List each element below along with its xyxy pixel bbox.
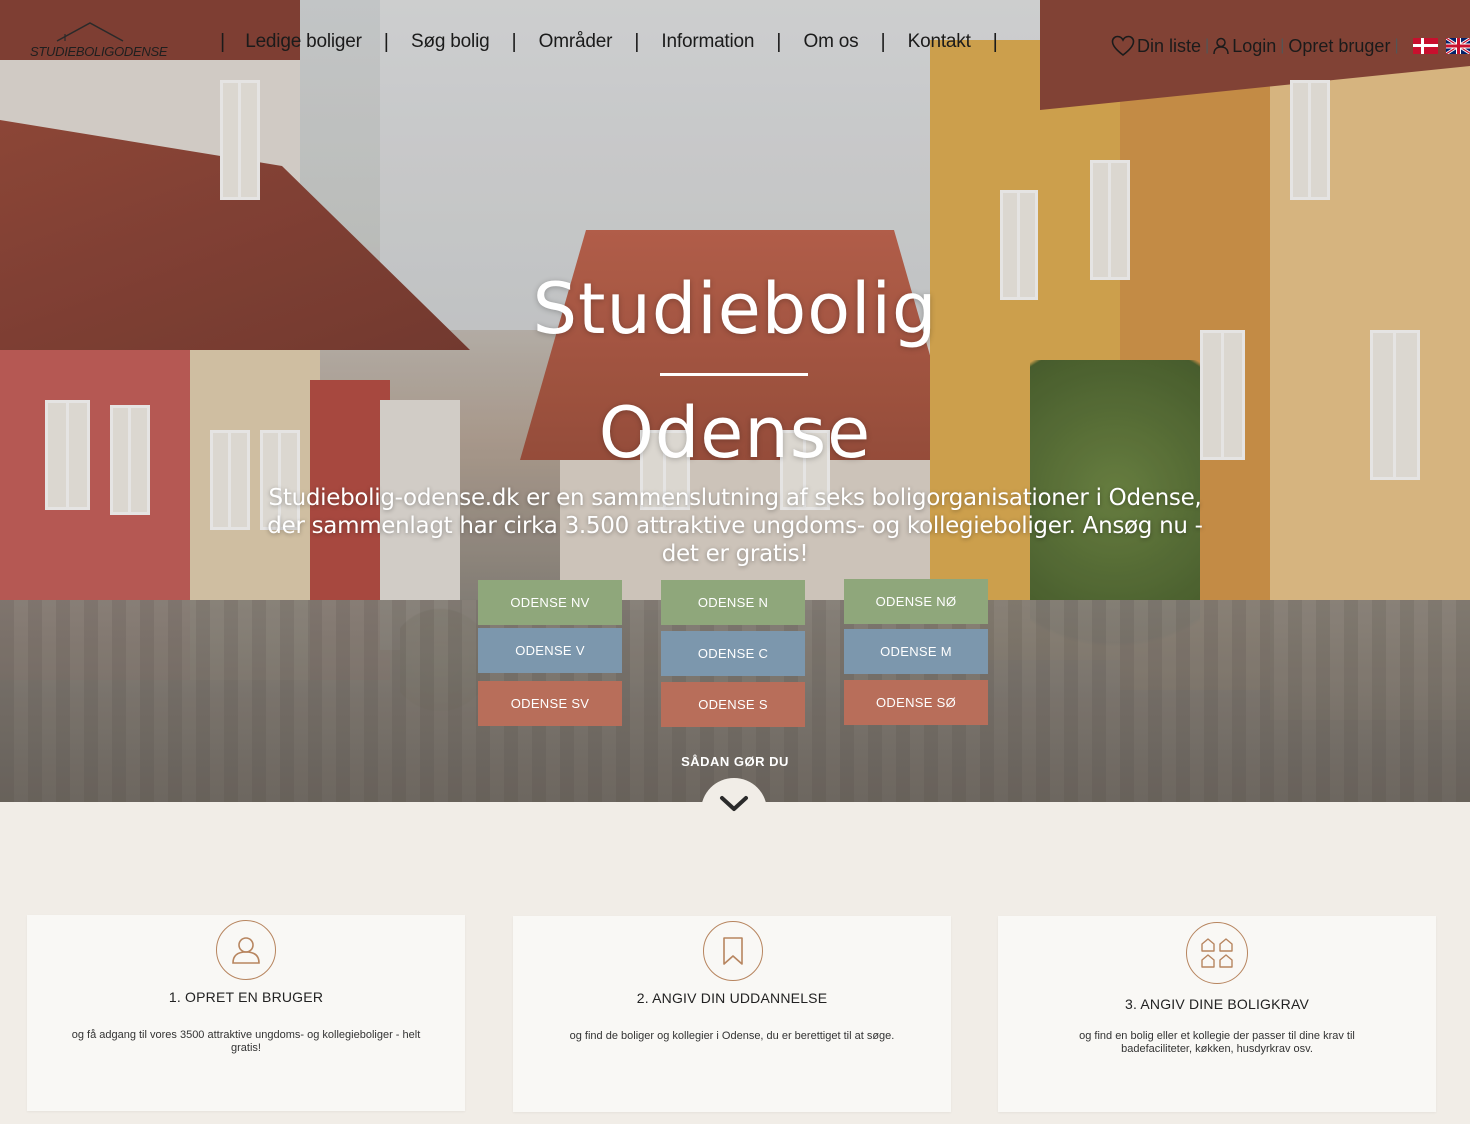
user-icon[interactable] <box>1213 37 1229 55</box>
how-it-works-label[interactable]: SÅDAN GØR DU <box>0 754 1470 769</box>
hero-title-line1: Studiebolig <box>532 268 938 350</box>
util-separator: | <box>1394 37 1399 54</box>
site-logo[interactable]: STUDIEBOLIGODENSE <box>30 20 168 62</box>
logo-text: STUDIEBOLIGODENSE <box>30 44 168 59</box>
hero-title-divider <box>660 373 808 376</box>
flag-uk-icon[interactable] <box>1445 38 1471 54</box>
area-button-odense-s[interactable]: ODENSE S <box>661 682 805 727</box>
bookmark-icon <box>703 921 763 981</box>
area-button-odense-sv[interactable]: ODENSE SV <box>478 681 622 726</box>
nav-item-om-os[interactable]: Om os <box>781 31 880 53</box>
roof-logo-icon <box>56 22 124 42</box>
step-card-1: 1. OPRET EN BRUGER og få adgang til vore… <box>27 915 465 1111</box>
area-button-odense-so[interactable]: ODENSE SØ <box>844 680 988 725</box>
step-title: 2. ANGIV DIN UDDANNELSE <box>636 990 828 1006</box>
register-link[interactable]: Opret bruger <box>1288 36 1390 57</box>
heart-icon[interactable] <box>1111 35 1135 57</box>
step-text: og få adgang til vores 3500 attraktive u… <box>71 1029 421 1054</box>
flag-dk-icon[interactable] <box>1412 38 1438 54</box>
hero-description: Studiebolig-odense.dk er en sammenslutni… <box>267 485 1203 567</box>
main-nav: | Ledige boliger | Søg bolig | Områder |… <box>220 30 998 54</box>
login-link[interactable]: Login <box>1232 36 1276 57</box>
nav-item-ledige-boliger[interactable]: Ledige boliger <box>225 31 384 53</box>
nav-separator: | <box>992 30 998 53</box>
step-card-2: 2. ANGIV DIN UDDANNELSE og find de bolig… <box>513 916 951 1112</box>
area-button-odense-c[interactable]: ODENSE C <box>661 631 805 676</box>
user-icon <box>216 920 276 980</box>
chevron-down-icon <box>720 796 748 811</box>
step-text: og find de boliger og kollegier i Odense… <box>569 1030 895 1042</box>
hero-title-line2: Odense <box>598 392 872 474</box>
houses-icon <box>1186 922 1248 984</box>
util-separator: | <box>1205 37 1210 54</box>
page-edge <box>1470 0 1476 1124</box>
wishlist-link[interactable]: Din liste <box>1137 36 1201 57</box>
utility-nav: Din liste | Login | Opret bruger | <box>1111 34 1471 58</box>
area-button-odense-no[interactable]: ODENSE NØ <box>844 579 988 624</box>
nav-item-soeg-bolig[interactable]: Søg bolig <box>389 31 511 53</box>
area-button-odense-v[interactable]: ODENSE V <box>478 628 622 673</box>
area-button-odense-m[interactable]: ODENSE M <box>844 629 988 674</box>
nav-item-omraader[interactable]: Områder <box>517 31 635 53</box>
nav-item-kontakt[interactable]: Kontakt <box>886 31 993 53</box>
step-card-3: 3. ANGIV DINE BOLIGKRAV og find en bolig… <box>998 916 1436 1112</box>
nav-item-information[interactable]: Information <box>639 31 776 53</box>
step-text: og find en bolig eller et kollegie der p… <box>1079 1030 1355 1055</box>
step-title: 3. ANGIV DINE BOLIGKRAV <box>1124 996 1310 1012</box>
area-button-odense-nv[interactable]: ODENSE NV <box>478 580 622 625</box>
util-separator: | <box>1280 37 1285 54</box>
step-title: 1. OPRET EN BRUGER <box>168 989 324 1005</box>
area-button-odense-n[interactable]: ODENSE N <box>661 580 805 625</box>
